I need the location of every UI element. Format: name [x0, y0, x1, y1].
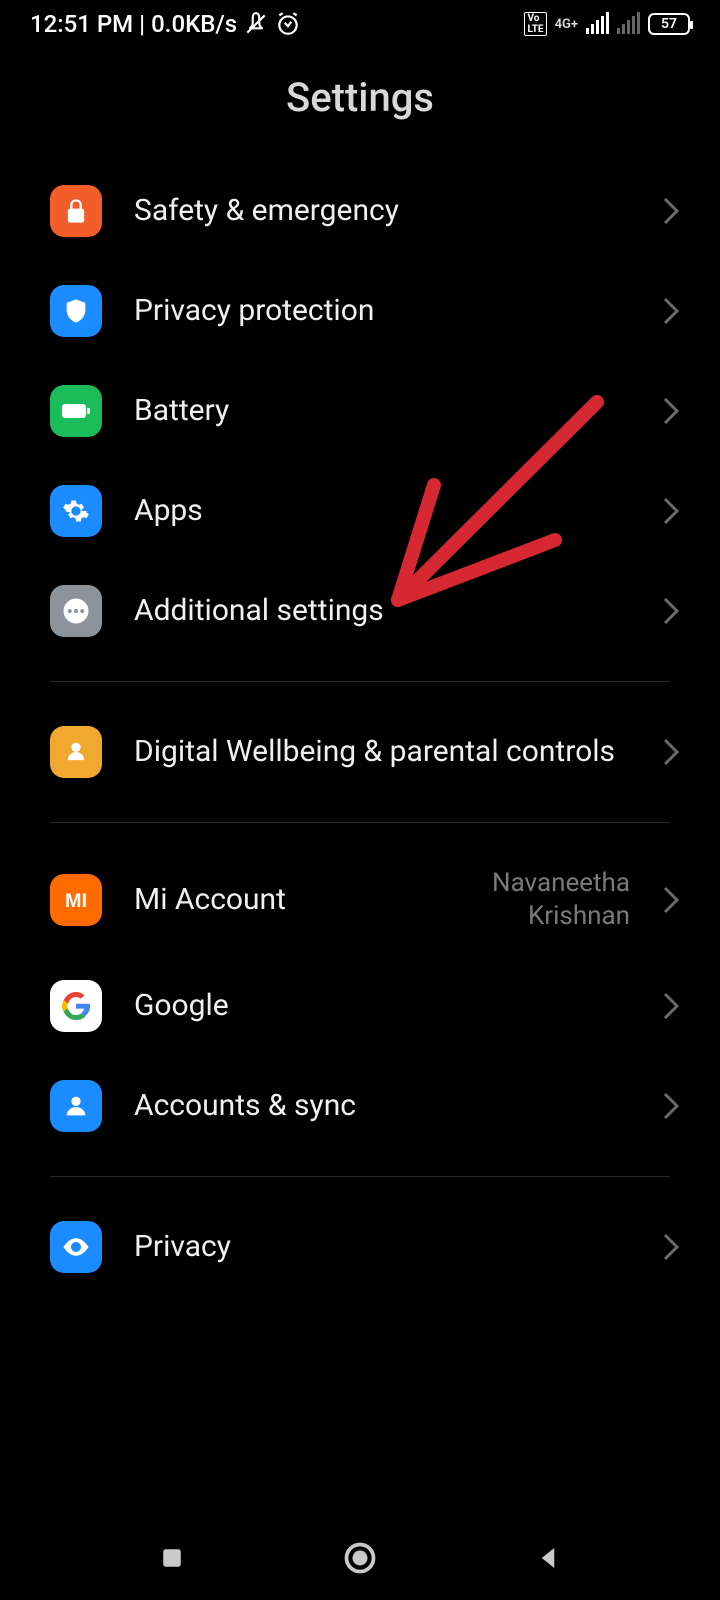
svg-text:MI: MI	[65, 890, 87, 912]
navigation-bar	[0, 1520, 720, 1600]
row-google[interactable]: Google	[0, 956, 720, 1056]
mi-icon: MI	[50, 874, 102, 926]
status-separator: |	[139, 10, 145, 38]
row-label: Additional settings	[134, 592, 630, 630]
chevron-right-icon	[662, 596, 680, 626]
status-speed: 0.0KB/s	[151, 10, 237, 38]
chevron-right-icon	[662, 991, 680, 1021]
row-safety[interactable]: Safety & emergency	[0, 161, 720, 261]
gear-icon	[50, 485, 102, 537]
ellipsis-icon	[50, 585, 102, 637]
settings-list: Safety & emergency Privacy protection Ba…	[0, 161, 720, 1297]
row-value: Navaneetha Krishnan	[390, 867, 630, 932]
back-button[interactable]	[533, 1543, 563, 1577]
shield-icon	[50, 285, 102, 337]
status-time: 12:51 PM	[30, 10, 133, 38]
battery-icon	[50, 385, 102, 437]
volte-icon: VoLTE	[524, 12, 546, 36]
row-battery[interactable]: Battery	[0, 361, 720, 461]
chevron-right-icon	[662, 1232, 680, 1262]
person-icon	[50, 1080, 102, 1132]
row-additional-settings[interactable]: Additional settings	[0, 561, 720, 661]
battery-level: 57	[661, 16, 677, 32]
row-apps[interactable]: Apps	[0, 461, 720, 561]
status-bar: 12:51 PM | 0.0KB/s VoLTE 4G+ 57	[0, 0, 720, 44]
row-label: Battery	[134, 392, 630, 430]
row-privacy[interactable]: Privacy	[0, 1197, 720, 1297]
row-label: Accounts & sync	[134, 1087, 630, 1125]
group-divider	[50, 1176, 670, 1177]
status-left: 12:51 PM | 0.0KB/s	[30, 10, 301, 38]
battery-icon: 57	[648, 13, 690, 35]
google-icon	[50, 980, 102, 1032]
recents-button[interactable]	[157, 1543, 187, 1577]
home-button[interactable]	[342, 1540, 378, 1580]
safety-icon	[50, 185, 102, 237]
chevron-right-icon	[662, 396, 680, 426]
network-type: 4G+	[555, 17, 578, 32]
mute-icon	[243, 11, 269, 37]
chevron-right-icon	[662, 496, 680, 526]
wellbeing-icon	[50, 726, 102, 778]
chevron-right-icon	[662, 885, 680, 915]
signal-sim1-icon	[586, 14, 609, 34]
chevron-right-icon	[662, 1091, 680, 1121]
row-label: Safety & emergency	[134, 192, 630, 230]
row-accounts-sync[interactable]: Accounts & sync	[0, 1056, 720, 1156]
row-label: Digital Wellbeing & parental controls	[134, 733, 630, 771]
row-privacy-protection[interactable]: Privacy protection	[0, 261, 720, 361]
eye-icon	[50, 1221, 102, 1273]
chevron-right-icon	[662, 296, 680, 326]
row-label: Privacy protection	[134, 292, 630, 330]
alarm-icon	[275, 11, 301, 37]
row-label: Privacy	[134, 1228, 630, 1266]
row-label: Apps	[134, 492, 630, 530]
group-divider	[50, 681, 670, 682]
status-right: VoLTE 4G+ 57	[524, 12, 690, 36]
row-label: Google	[134, 987, 630, 1025]
row-mi-account[interactable]: MI Mi Account Navaneetha Krishnan	[0, 843, 720, 956]
page-title: Settings	[0, 44, 720, 161]
group-divider	[50, 822, 670, 823]
row-wellbeing[interactable]: Digital Wellbeing & parental controls	[0, 702, 720, 802]
signal-sim2-icon	[617, 14, 640, 34]
chevron-right-icon	[662, 196, 680, 226]
chevron-right-icon	[662, 737, 680, 767]
row-label: Mi Account	[134, 881, 358, 919]
